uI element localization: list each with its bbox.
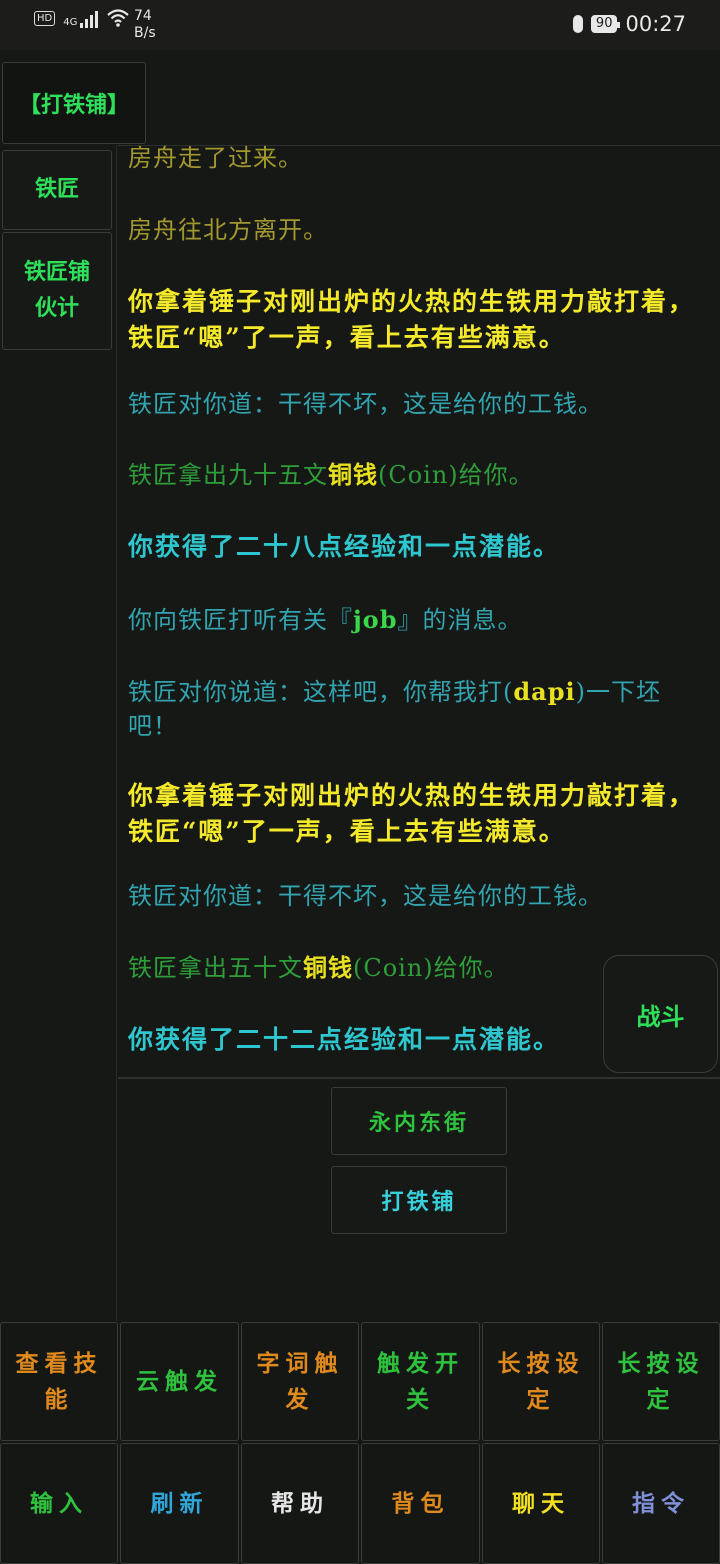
log-line: 你拿着锤子对刚出炉的火热的生铁用力敲打着，铁匠“嗯”了一声，看上去有些满意。: [128, 781, 696, 846]
log-line: 房舟走了过来。: [128, 144, 303, 172]
message-log[interactable]: 房舟走了过来。 房舟往北方离开。 你拿着锤子对刚出炉的火热的生铁用力敲打着，铁匠…: [128, 144, 708, 1072]
net-speed-unit: B/s: [134, 25, 156, 41]
divider: [116, 145, 117, 1321]
button-label: 指令: [632, 1490, 690, 1517]
cloud-trigger-button[interactable]: 云触发: [120, 1322, 239, 1441]
keyword-link[interactable]: job: [353, 605, 397, 634]
divider: [118, 1077, 720, 1079]
status-bar: HD 4G 74 B/s 90 00:27: [0, 0, 720, 50]
button-label: 字词触发: [256, 1350, 344, 1413]
battery-icon: 90: [590, 15, 620, 33]
log-line: 你拿着锤子对刚出炉的火热的生铁用力敲打着，铁匠“嗯”了一声，看上去有些满意。: [128, 287, 696, 352]
signal-icon: 4G: [63, 8, 99, 28]
fight-button[interactable]: 战斗: [603, 955, 718, 1073]
item-link[interactable]: 铜钱: [328, 460, 378, 489]
view-skills-button[interactable]: 查看技能: [0, 1322, 118, 1441]
button-label: 帮助: [271, 1490, 329, 1517]
log-line: 铁匠对你说道：这样吧，你帮我打(dapi)一下坯吧！: [128, 677, 661, 740]
hd-badge: HD: [34, 10, 56, 26]
exit-button-smithy[interactable]: 打铁铺: [331, 1166, 507, 1234]
clock: 00:27: [625, 12, 686, 36]
status-right: 90 00:27: [572, 12, 686, 36]
long-press-settings-button[interactable]: 长按设定: [482, 1322, 600, 1441]
backpack-button[interactable]: 背包: [361, 1443, 480, 1564]
net-speed: 74 B/s: [134, 8, 156, 42]
button-label: 背包: [391, 1490, 450, 1517]
mic-icon: [572, 15, 583, 33]
log-line: 铁匠拿出九十五文铜钱(Coin)给你。: [128, 460, 534, 489]
button-label: 查看技能: [15, 1350, 103, 1413]
log-line: 你获得了二十八点经验和一点潜能。: [128, 532, 561, 561]
log-line: 铁匠拿出五十文铜钱(Coin)给你。: [128, 953, 509, 982]
commands-button[interactable]: 指令: [602, 1443, 720, 1564]
battery-level: 90: [595, 16, 613, 31]
button-label: 输入: [30, 1490, 88, 1517]
npc-shop-assistant[interactable]: 铁匠铺 伙计: [2, 232, 112, 350]
net-speed-value: 74: [134, 8, 152, 24]
command-grid: 查看技能 云触发 字词触发 触发开关 长按设定 长按设定 输入 刷新 帮助 背包…: [0, 1321, 720, 1564]
button-label: 长按设定: [617, 1350, 705, 1413]
refresh-button[interactable]: 刷新: [120, 1443, 239, 1564]
room-title-tab[interactable]: 【打铁铺】: [2, 62, 146, 144]
trigger-toggle-button[interactable]: 触发开关: [361, 1322, 480, 1441]
log-line: 铁匠对你道：干得不坏，这是给你的工钱。: [128, 390, 603, 418]
word-trigger-button[interactable]: 字词触发: [241, 1322, 359, 1441]
wifi-icon: [107, 9, 130, 27]
item-link[interactable]: 铜钱: [303, 953, 353, 982]
npc-blacksmith[interactable]: 铁匠: [2, 150, 112, 230]
npc-label: 铁匠铺 伙计: [23, 260, 90, 321]
network-label: 4G: [63, 17, 78, 28]
log-line: 铁匠对你道：干得不坏，这是给你的工钱。: [128, 882, 603, 910]
button-label: 聊天: [512, 1490, 570, 1517]
log-line: 你获得了二十二点经验和一点潜能。: [128, 1025, 561, 1054]
button-label: 长按设定: [497, 1350, 585, 1413]
input-button[interactable]: 输入: [0, 1443, 118, 1564]
status-left: HD 4G: [34, 8, 130, 28]
log-line: 房舟往北方离开。: [128, 216, 328, 244]
exit-button-east-street[interactable]: 永内东街: [331, 1087, 507, 1155]
help-button[interactable]: 帮助: [241, 1443, 359, 1564]
long-press-settings-button-2[interactable]: 长按设定: [602, 1322, 720, 1441]
button-label: 云触发: [136, 1368, 223, 1395]
command-link[interactable]: dapi: [513, 677, 575, 706]
button-label: 刷新: [150, 1490, 209, 1517]
chat-button[interactable]: 聊天: [482, 1443, 600, 1564]
button-label: 触发开关: [377, 1350, 464, 1413]
log-line: 你向铁匠打听有关『job』的消息。: [128, 605, 523, 634]
